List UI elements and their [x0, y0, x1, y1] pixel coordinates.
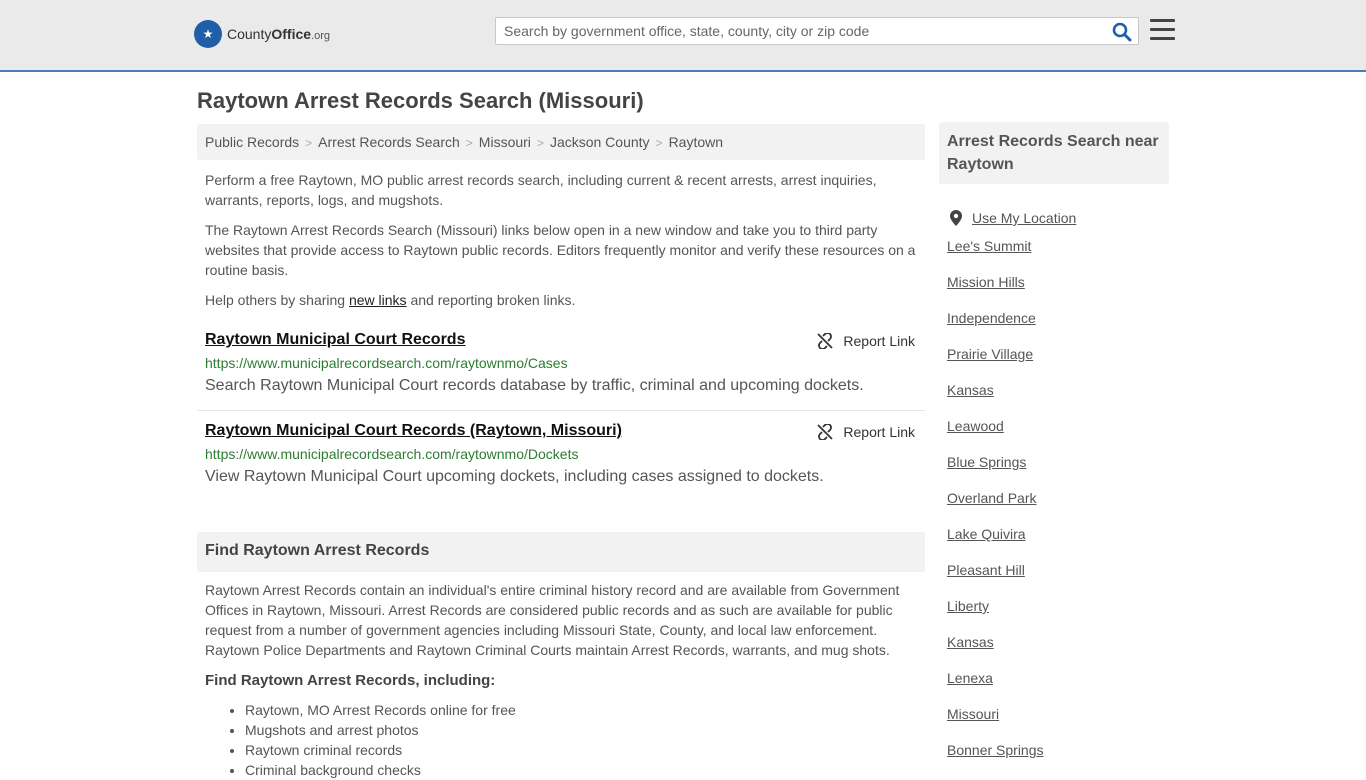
list-item: Mugshots and arrest photos [245, 720, 516, 740]
nearby-link[interactable]: Pleasant Hill [947, 562, 1025, 578]
result-url: https://www.municipalrecordsearch.com/ra… [205, 355, 568, 371]
sidebar-heading: Arrest Records Search near Raytown [939, 122, 1169, 184]
result-url: https://www.municipalrecordsearch.com/ra… [205, 446, 579, 462]
find-section-list: Raytown, MO Arrest Records online for fr… [205, 700, 516, 780]
report-link-label: Report Link [843, 424, 915, 440]
nearby-link[interactable]: Overland Park [947, 490, 1036, 506]
nearby-link[interactable]: Kansas [947, 634, 994, 650]
list-item: Raytown, MO Arrest Records online for fr… [245, 700, 516, 720]
hamburger-menu-icon[interactable] [1150, 19, 1175, 41]
nearby-link[interactable]: Lenexa [947, 670, 993, 686]
nearby-link[interactable]: Liberty [947, 598, 989, 614]
nearby-link[interactable]: Missouri [947, 706, 999, 722]
result-description: View Raytown Municipal Court upcoming do… [205, 468, 824, 485]
nearby-link[interactable]: Lake Quivira [947, 526, 1026, 542]
find-section-heading: Find Raytown Arrest Records [197, 532, 925, 572]
nearby-link[interactable]: Independence [947, 310, 1036, 326]
breadcrumb-item-raytown[interactable]: Raytown [669, 134, 723, 150]
logo-text-county: County [227, 26, 272, 42]
search-input[interactable] [496, 18, 1104, 44]
search-icon[interactable] [1112, 22, 1132, 42]
report-link-button[interactable]: Report Link [817, 333, 915, 349]
new-links-link[interactable]: new links [349, 292, 407, 308]
logo-text: CountyOffice.org [227, 26, 330, 42]
logo-eagle-icon: ★ [194, 20, 222, 48]
find-section-subheading: Find Raytown Arrest Records, including: [205, 672, 496, 689]
intro-paragraph-3: Help others by sharing new links and rep… [205, 292, 576, 308]
site-logo[interactable]: ★ CountyOffice.org [194, 20, 330, 48]
breadcrumb-item-public-records[interactable]: Public Records [205, 134, 299, 150]
page-title: Raytown Arrest Records Search (Missouri) [197, 88, 644, 113]
search-box [495, 17, 1139, 45]
logo-text-org: .org [311, 30, 331, 42]
breadcrumb: Public Records > Arrest Records Search > Mis… [197, 124, 925, 160]
map-pin-icon [950, 210, 962, 226]
nearby-link[interactable]: Leawood [947, 418, 1004, 434]
nearby-link[interactable]: Kansas [947, 382, 994, 398]
breadcrumb-item-missouri[interactable]: Missouri [479, 134, 531, 150]
result-title-link[interactable]: Raytown Municipal Court Records (Raytown… [205, 422, 622, 440]
use-location-item: Use My Location [947, 200, 1076, 236]
list-item: Criminal background checks [245, 760, 516, 780]
nearby-link[interactable]: Blue Springs [947, 454, 1026, 470]
nearby-link[interactable]: Prairie Village [947, 346, 1033, 362]
nearby-link[interactable]: Lee's Summit [947, 238, 1031, 254]
intro-paragraph-2: The Raytown Arrest Records Search (Misso… [205, 222, 916, 278]
nearby-links-list: Use My Location Lee's Summit Mission Hil… [947, 200, 1076, 776]
report-link-label: Report Link [843, 333, 915, 349]
breadcrumb-item-arrest-records-search[interactable]: Arrest Records Search [318, 134, 460, 150]
top-header: ★ CountyOffice.org [0, 0, 1366, 72]
result-description: Search Raytown Municipal Court records d… [205, 377, 864, 394]
nearby-link[interactable]: Bonner Springs [947, 742, 1044, 758]
find-section-paragraph: Raytown Arrest Records contain an indivi… [205, 582, 900, 658]
intro-paragraph-1: Perform a free Raytown, MO public arrest… [205, 172, 877, 208]
use-my-location-link[interactable]: Use My Location [972, 208, 1076, 228]
broken-link-icon [817, 424, 834, 440]
result-title-link[interactable]: Raytown Municipal Court Records [205, 331, 465, 349]
breadcrumb-item-jackson-county[interactable]: Jackson County [550, 134, 650, 150]
report-link-button[interactable]: Report Link [817, 424, 915, 440]
nearby-link[interactable]: Mission Hills [947, 274, 1025, 290]
logo-text-office: Office [271, 26, 312, 42]
list-item: Raytown criminal records [245, 740, 516, 760]
divider [197, 410, 925, 411]
broken-link-icon [817, 333, 834, 349]
